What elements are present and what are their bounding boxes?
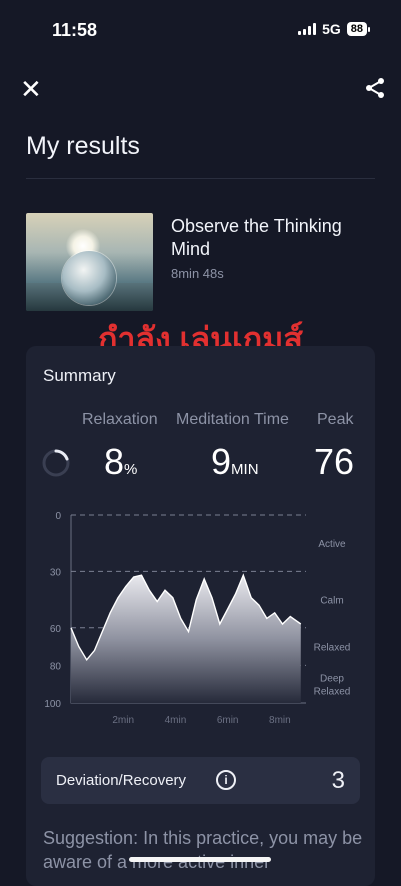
chart-area (71, 575, 301, 703)
close-icon[interactable]: ✕ (20, 76, 42, 102)
share-icon[interactable] (363, 76, 387, 100)
meditation-time-label: Meditation Time (176, 411, 289, 428)
zone-label: Calm (320, 596, 343, 607)
y-tick-label: 60 (50, 624, 62, 635)
status-time: 11:58 (52, 20, 98, 40)
x-tick-label: 6min (217, 715, 239, 726)
loading-icon (42, 449, 70, 477)
peak-value: 76 (314, 441, 355, 482)
peak-label: Peak (317, 411, 354, 428)
y-tick-label: 80 (50, 661, 62, 672)
zone-label: Deep (320, 674, 344, 685)
info-icon[interactable]: i (216, 770, 236, 790)
page-title: My results (26, 132, 140, 160)
x-tick-label: 2min (112, 715, 134, 726)
y-tick-label: 100 (44, 699, 61, 710)
zone-label: Relaxed (314, 687, 351, 698)
zone-label: Active (318, 539, 346, 550)
session-title: Observe the Thinking Mind (171, 216, 342, 259)
meditation-time-value: 9MIN (211, 441, 259, 482)
divider (26, 178, 375, 179)
relaxation-label: Relaxation (82, 411, 158, 428)
deviation-value: 3 (331, 767, 345, 794)
session-chart: 0 30 60 80 100 2min 4min 6min 8min Active Calm Rela… (44, 511, 351, 726)
y-tick-label: 0 (55, 511, 61, 522)
x-tick-label: 4min (165, 715, 187, 726)
suggestion-text: Suggestion: In this practice, you may be… (43, 828, 363, 872)
status-indicators: 5G 88 (298, 21, 371, 37)
relaxation-value: 8% (104, 441, 138, 482)
session-thumbnail[interactable] (26, 213, 153, 311)
y-tick-label: 30 (50, 567, 62, 578)
battery-icon: 88 (346, 22, 371, 36)
x-tick-label: 8min (269, 715, 291, 726)
network-label: 5G (322, 21, 341, 37)
home-indicator[interactable] (129, 857, 271, 862)
summary-heading: Summary (43, 366, 116, 385)
zone-label: Relaxed (314, 643, 351, 654)
signal-icon (298, 23, 317, 35)
session-duration: 8min 48s (171, 266, 224, 281)
deviation-label: Deviation/Recovery (56, 772, 187, 789)
